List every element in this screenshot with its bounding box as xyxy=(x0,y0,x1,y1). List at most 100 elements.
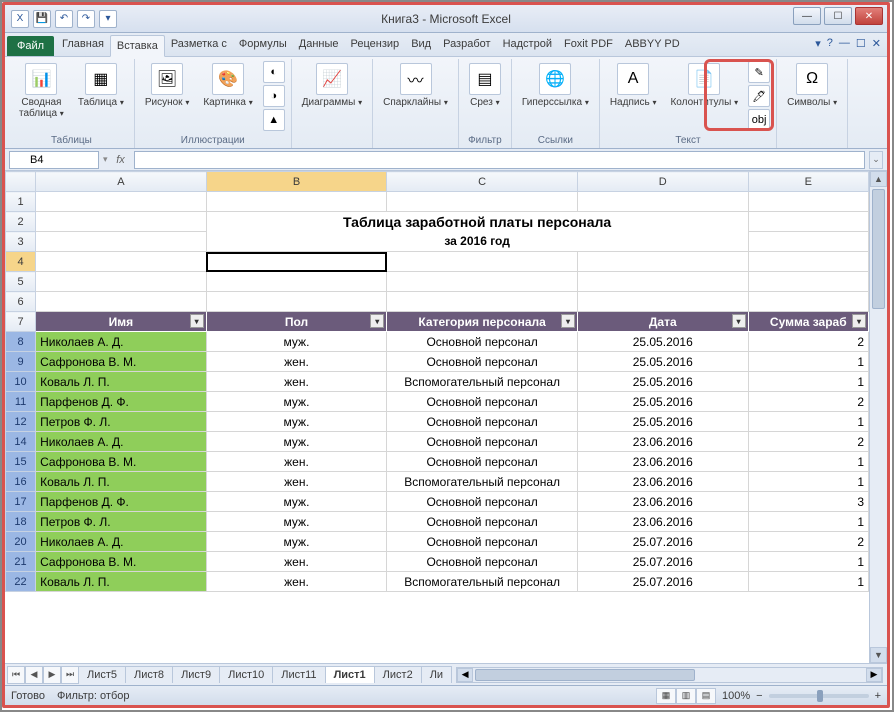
ribbon-tab-главная[interactable]: Главная xyxy=(56,34,110,56)
cell[interactable] xyxy=(206,272,387,292)
ribbon-button-спарклайны[interactable]: 〰Спарклайны ▾ xyxy=(379,61,452,110)
row-header[interactable]: 1 xyxy=(6,192,36,212)
sum-cell[interactable]: 3 xyxy=(748,492,868,512)
scroll-down-icon[interactable]: ▼ xyxy=(870,647,887,663)
filter-dropdown-icon[interactable]: ▾ xyxy=(561,314,575,328)
sheet-tab[interactable]: Лист5 xyxy=(78,666,126,683)
date-cell[interactable]: 25.05.2016 xyxy=(577,412,748,432)
vertical-scrollbar[interactable]: ▲ ▼ xyxy=(869,171,887,663)
sum-cell[interactable]: 2 xyxy=(748,332,868,352)
date-cell[interactable]: 23.06.2016 xyxy=(577,492,748,512)
sheet-nav-button[interactable]: ⏭ xyxy=(61,666,79,684)
sheet-tab[interactable]: Ли xyxy=(421,666,452,683)
table-header-cell[interactable]: Дата▾ xyxy=(577,312,748,332)
workbook-min-icon[interactable]: — xyxy=(839,37,850,50)
ribbon-tab-рецензир[interactable]: Рецензир xyxy=(345,34,406,56)
name-cell[interactable]: Сафронова В. М. xyxy=(36,352,207,372)
title-cell[interactable]: Таблица заработной платы персонала xyxy=(206,212,748,232)
name-cell[interactable]: Коваль Л. П. xyxy=(36,572,207,592)
name-cell[interactable]: Парфенов Д. Ф. xyxy=(36,492,207,512)
ribbon-button-таблица[interactable]: ▦Таблица ▾ xyxy=(74,61,128,110)
ribbon-button-надпись[interactable]: AНадпись ▾ xyxy=(606,61,661,110)
ribbon-tab-формулы[interactable]: Формулы xyxy=(233,34,293,56)
sum-cell[interactable]: 2 xyxy=(748,532,868,552)
file-tab[interactable]: Файл xyxy=(7,36,54,56)
row-header[interactable]: 6 xyxy=(6,292,36,312)
name-box[interactable]: B4 xyxy=(9,151,99,169)
row-header[interactable]: 10 xyxy=(6,372,36,392)
date-cell[interactable]: 23.06.2016 xyxy=(577,472,748,492)
select-all-corner[interactable] xyxy=(6,172,36,192)
sex-cell[interactable]: жен. xyxy=(206,452,387,472)
ribbon-button-колонтитулы[interactable]: 📄Колонтитулы ▾ xyxy=(666,61,742,110)
name-cell[interactable]: Сафронова В. М. xyxy=(36,552,207,572)
sheet-nav-button[interactable]: ⏮ xyxy=(7,666,25,684)
category-cell[interactable]: Основной персонал xyxy=(387,332,578,352)
category-cell[interactable]: Основной персонал xyxy=(387,512,578,532)
column-header[interactable]: B xyxy=(206,172,387,192)
sum-cell[interactable]: 1 xyxy=(748,512,868,532)
category-cell[interactable]: Вспомогательный персонал xyxy=(387,572,578,592)
sum-cell[interactable]: 1 xyxy=(748,372,868,392)
ribbon-tab-abbyy pd[interactable]: ABBYY PD xyxy=(619,34,686,56)
row-header[interactable]: 5 xyxy=(6,272,36,292)
filter-dropdown-icon[interactable]: ▾ xyxy=(852,314,866,328)
name-cell[interactable]: Петров Ф. Л. xyxy=(36,412,207,432)
date-cell[interactable]: 23.06.2016 xyxy=(577,432,748,452)
cell[interactable] xyxy=(748,292,868,312)
ribbon-tab-разметка с[interactable]: Разметка с xyxy=(165,34,233,56)
zoom-in-icon[interactable]: + xyxy=(875,690,881,702)
sheet-tab[interactable]: Лист8 xyxy=(125,666,173,683)
row-header[interactable]: 3 xyxy=(6,232,36,252)
sum-cell[interactable]: 2 xyxy=(748,432,868,452)
minimize-button[interactable]: — xyxy=(793,7,821,25)
filter-dropdown-icon[interactable]: ▾ xyxy=(370,314,384,328)
table-header-cell[interactable]: Сумма зараб▾ xyxy=(748,312,868,332)
qat-dropdown-icon[interactable]: ▾ xyxy=(99,10,117,28)
sum-cell[interactable]: 1 xyxy=(748,552,868,572)
sex-cell[interactable]: жен. xyxy=(206,472,387,492)
row-header[interactable]: 7 xyxy=(6,312,36,332)
cell[interactable] xyxy=(387,192,578,212)
cell[interactable] xyxy=(36,292,207,312)
workbook-max-icon[interactable]: ☐ xyxy=(856,37,866,50)
row-header[interactable]: 4 xyxy=(6,252,36,272)
ribbon-small-button[interactable]: ▲ xyxy=(263,109,285,131)
name-cell[interactable]: Парфенов Д. Ф. xyxy=(36,392,207,412)
row-header[interactable]: 11 xyxy=(6,392,36,412)
row-header[interactable]: 21 xyxy=(6,552,36,572)
column-header[interactable]: C xyxy=(387,172,578,192)
date-cell[interactable]: 25.05.2016 xyxy=(577,392,748,412)
sex-cell[interactable]: муж. xyxy=(206,392,387,412)
cell[interactable] xyxy=(36,212,207,232)
cell[interactable] xyxy=(36,232,207,252)
cell[interactable] xyxy=(577,252,748,272)
category-cell[interactable]: Вспомогательный персонал xyxy=(387,472,578,492)
cell[interactable] xyxy=(748,212,868,232)
cell[interactable] xyxy=(206,192,387,212)
ribbon-small-button[interactable]: ✎ xyxy=(748,61,770,83)
ribbon-button-диаграммы[interactable]: 📈Диаграммы ▾ xyxy=(298,61,366,110)
date-cell[interactable]: 25.07.2016 xyxy=(577,532,748,552)
formula-bar[interactable] xyxy=(134,151,865,169)
row-header[interactable]: 9 xyxy=(6,352,36,372)
sex-cell[interactable]: муж. xyxy=(206,432,387,452)
close-button[interactable]: ✕ xyxy=(855,7,883,25)
ribbon-tab-надстрой[interactable]: Надстрой xyxy=(497,34,558,56)
subtitle-cell[interactable]: за 2016 год xyxy=(206,232,748,252)
row-header[interactable]: 22 xyxy=(6,572,36,592)
ribbon-button-картинка[interactable]: 🎨Картинка ▾ xyxy=(199,61,256,110)
table-header-cell[interactable]: Пол▾ xyxy=(206,312,387,332)
sum-cell[interactable]: 1 xyxy=(748,572,868,592)
name-cell[interactable]: Николаев А. Д. xyxy=(36,332,207,352)
cell[interactable] xyxy=(577,292,748,312)
sex-cell[interactable]: жен. xyxy=(206,372,387,392)
sheet-nav-button[interactable]: ▶ xyxy=(43,666,61,684)
excel-icon[interactable]: X xyxy=(11,10,29,28)
spreadsheet-grid[interactable]: ABCDE12Таблица заработной платы персонал… xyxy=(5,171,869,663)
ribbon-tab-вид[interactable]: Вид xyxy=(405,34,437,56)
cell[interactable] xyxy=(387,292,578,312)
cell[interactable] xyxy=(748,192,868,212)
filter-dropdown-icon[interactable]: ▾ xyxy=(190,314,204,328)
ribbon-button-срез[interactable]: ▤Срез ▾ xyxy=(465,61,505,110)
